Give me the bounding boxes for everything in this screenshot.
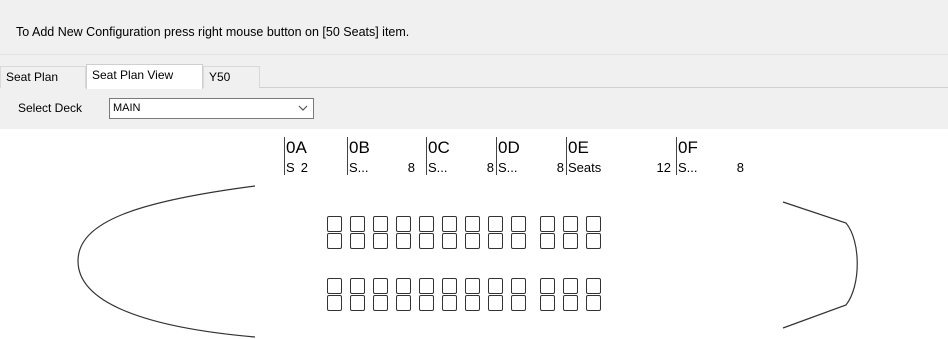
tab-seat-plan[interactable]: Seat Plan [0, 66, 86, 88]
seat[interactable] [419, 216, 434, 232]
seat[interactable] [442, 216, 457, 232]
seat[interactable] [442, 278, 457, 294]
seat[interactable] [373, 295, 388, 311]
tab-label: Y50 [209, 70, 231, 84]
seat[interactable] [350, 295, 365, 311]
seat[interactable] [396, 295, 411, 311]
seat[interactable] [540, 278, 555, 294]
seat[interactable] [373, 233, 388, 249]
seat[interactable] [586, 278, 601, 294]
seat[interactable] [350, 216, 365, 232]
tab-seat-plan-view[interactable]: Seat Plan View [86, 64, 203, 89]
seat[interactable] [396, 216, 411, 232]
tab-label: Seat Plan View [92, 68, 174, 82]
seat[interactable] [540, 216, 555, 232]
seat[interactable] [563, 216, 578, 232]
seat[interactable] [488, 233, 503, 249]
tab-label: Seat Plan [6, 70, 59, 84]
deck-select[interactable]: MAIN [109, 98, 314, 119]
seat[interactable] [488, 216, 503, 232]
seat[interactable] [511, 216, 526, 232]
seat[interactable] [586, 295, 601, 311]
seat[interactable] [327, 295, 342, 311]
seat[interactable] [586, 216, 601, 232]
seat[interactable] [419, 295, 434, 311]
info-message: To Add New Configuration press right mou… [16, 25, 410, 39]
seat[interactable] [465, 233, 480, 249]
info-bar: To Add New Configuration press right mou… [0, 3, 948, 55]
seat[interactable] [327, 233, 342, 249]
seat[interactable] [511, 278, 526, 294]
seat[interactable] [465, 216, 480, 232]
seat[interactable] [465, 295, 480, 311]
seat[interactable] [419, 278, 434, 294]
chevron-down-icon[interactable] [298, 103, 308, 113]
deck-select-value: MAIN [113, 102, 141, 114]
tab-strip: Seat Plan Seat Plan View Y50 [0, 64, 948, 89]
seat[interactable] [327, 216, 342, 232]
deck-label: Select Deck [18, 101, 83, 115]
seat[interactable] [465, 278, 480, 294]
tab-y50[interactable]: Y50 [203, 66, 260, 88]
seat[interactable] [540, 233, 555, 249]
deck-selector-row: Select Deck MAIN [0, 89, 948, 129]
seat[interactable] [350, 233, 365, 249]
seat[interactable] [442, 233, 457, 249]
seat[interactable] [488, 295, 503, 311]
seat[interactable] [442, 295, 457, 311]
seat[interactable] [327, 278, 342, 294]
seat[interactable] [373, 278, 388, 294]
seat[interactable] [563, 233, 578, 249]
seat[interactable] [563, 278, 578, 294]
seat[interactable] [350, 278, 365, 294]
seat[interactable] [373, 216, 388, 232]
seat[interactable] [511, 233, 526, 249]
seat[interactable] [586, 233, 601, 249]
seat-plan-canvas[interactable]: 0A S 2 0B S... 8 0C S... 8 0D S... 8 0E … [0, 129, 948, 339]
seat[interactable] [419, 233, 434, 249]
seat[interactable] [396, 233, 411, 249]
seat[interactable] [540, 295, 555, 311]
seat[interactable] [396, 278, 411, 294]
seat[interactable] [488, 278, 503, 294]
seat[interactable] [511, 295, 526, 311]
seat[interactable] [563, 295, 578, 311]
